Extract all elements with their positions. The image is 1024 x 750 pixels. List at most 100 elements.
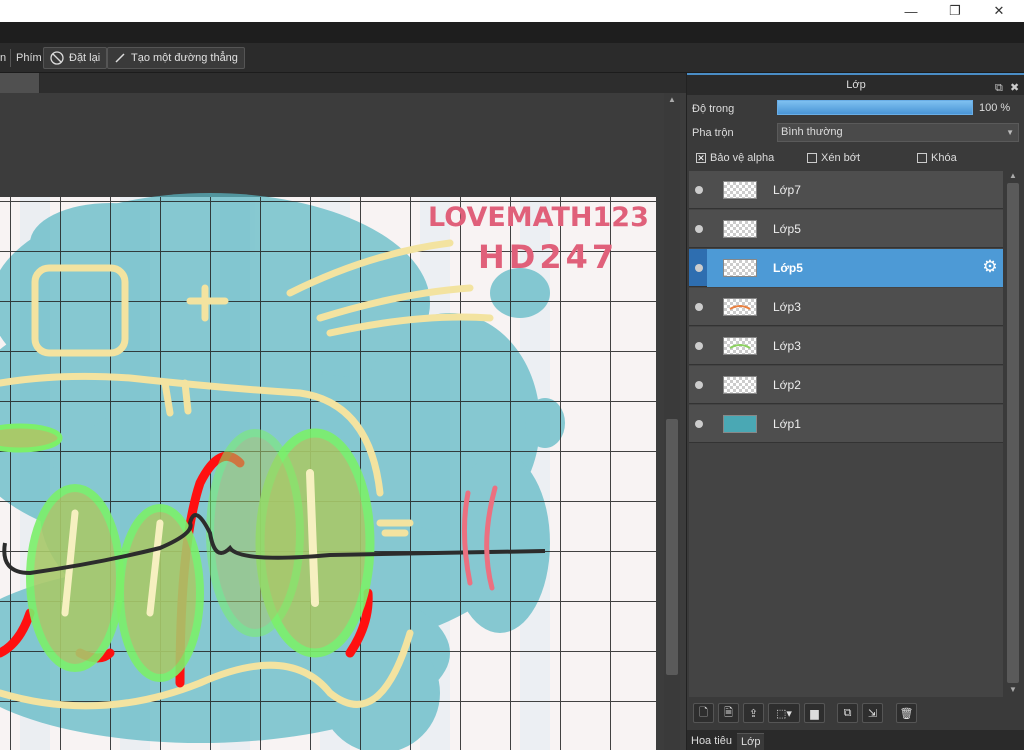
- canvas-area: LOVEMATH123 HD247 ▲: [0, 73, 686, 750]
- toolbar-divider: [10, 49, 11, 67]
- visibility-toggle[interactable]: [695, 420, 703, 428]
- reset-button-label: Đặt lại: [69, 52, 101, 64]
- tab-navigator[interactable]: Hoa tiêu: [687, 733, 736, 750]
- layer-thumbnail: [723, 259, 757, 277]
- opacity-slider[interactable]: [777, 100, 973, 115]
- visibility-toggle[interactable]: [695, 342, 703, 350]
- new-folder-button[interactable]: ▆: [804, 703, 825, 723]
- visibility-toggle[interactable]: [695, 225, 703, 233]
- layer-row[interactable]: Lớp7: [689, 171, 1003, 209]
- scroll-up-icon[interactable]: ▲: [1008, 171, 1018, 181]
- layer-row[interactable]: Lớp2: [689, 366, 1003, 404]
- protect-alpha-check-icon: ✕: [696, 153, 706, 163]
- layer-name: Lớp3: [773, 339, 801, 353]
- menu-bar: [0, 22, 1024, 43]
- close-icon: ✕: [993, 3, 1005, 18]
- clip-label: Xén bớt: [821, 152, 861, 164]
- lock-checkbox[interactable]: Khóa: [917, 152, 957, 164]
- drawing-canvas[interactable]: LOVEMATH123 HD247: [0, 93, 664, 750]
- layer-row-selected[interactable]: Lớp5 ⚙: [689, 249, 1003, 287]
- import-icon: ⇪: [748, 707, 759, 720]
- close-panel-icon[interactable]: ✖: [1010, 78, 1019, 98]
- opacity-label: Độ trong: [692, 103, 735, 115]
- minimize-icon: —: [904, 3, 918, 19]
- canvas-text-line1: LOVEMATH123: [428, 202, 649, 233]
- visibility-toggle[interactable]: [695, 381, 703, 389]
- no-entry-icon: [50, 51, 64, 65]
- layer-name: Lớp5: [773, 261, 803, 275]
- layers-panel-header: Lớp ⧉ ✖: [687, 73, 1024, 95]
- duplicate-icon: ⧉: [843, 706, 852, 719]
- layer-name: Lớp2: [773, 378, 801, 392]
- gear-icon[interactable]: ⚙: [981, 258, 999, 276]
- new-page-icon: 🗋: [699, 706, 708, 719]
- layer-name: Lớp7: [773, 183, 801, 197]
- trash-icon: 🗑: [899, 707, 914, 720]
- layers-list-scrollbar[interactable]: ▲ ▼: [1005, 171, 1021, 697]
- layer-tools-bar: 🗋 🗎 ⇪ ⬚▾ ▆ ⧉ ⇲ 🗑: [687, 700, 1024, 726]
- chevron-down-icon: ▼: [1006, 128, 1014, 137]
- protect-alpha-checkbox[interactable]: ✕ Bảo vệ alpha: [696, 152, 774, 164]
- undock-icon[interactable]: ⧉: [995, 78, 1003, 98]
- lock-check-box: [917, 153, 927, 163]
- panel-bottom-tabs: Hoa tiêu Lớp: [687, 730, 1024, 750]
- thumbnail-art: [729, 344, 751, 349]
- clip-check-box: [807, 153, 817, 163]
- layer-thumbnail: [723, 337, 757, 355]
- layer-thumbnail: [723, 181, 757, 199]
- add-layer-dropdown-icon: ⬚▾: [776, 707, 792, 720]
- layer-thumbnail: [723, 220, 757, 238]
- blend-mode-label: Pha trộn: [692, 127, 734, 139]
- protect-alpha-label: Bảo vệ alpha: [710, 152, 775, 164]
- canvas-text-line2: HD247: [478, 238, 618, 276]
- new-layer-button[interactable]: 🗋: [693, 703, 714, 723]
- tab-layers[interactable]: Lớp: [737, 733, 765, 750]
- merge-icon: ⇲: [867, 707, 878, 720]
- add-layer-menu-button[interactable]: ⬚▾: [768, 703, 800, 723]
- canvas-vertical-scrollbar[interactable]: ▲: [664, 93, 680, 750]
- tool-options-bar: n Phím Đặt lại Tạo một đường thẳng: [0, 43, 1024, 73]
- restore-button[interactable]: ❐: [932, 0, 978, 22]
- pen-line-icon: [115, 53, 125, 63]
- layer-name: Lớp5: [773, 222, 801, 236]
- clip-checkbox[interactable]: Xén bớt: [807, 152, 860, 164]
- lock-label: Khóa: [931, 152, 957, 164]
- blend-mode-select[interactable]: Bình thường ▼: [777, 123, 1019, 142]
- merge-layer-button[interactable]: ⇲: [862, 703, 883, 723]
- toolbar-partial-label: n: [0, 52, 7, 64]
- layer-row[interactable]: Lớp3: [689, 288, 1003, 326]
- keys-label: Phím: [16, 52, 42, 64]
- layer-row[interactable]: Lớp1: [689, 405, 1003, 443]
- reset-button[interactable]: Đặt lại: [43, 47, 108, 69]
- layers-panel-title: Lớp: [846, 79, 866, 91]
- visibility-toggle[interactable]: [695, 303, 703, 311]
- scroll-up-icon[interactable]: ▲: [667, 95, 677, 105]
- layer-row[interactable]: Lớp3: [689, 327, 1003, 365]
- thumbnail-art: [729, 305, 751, 310]
- import-layer-button[interactable]: ⇪: [743, 703, 764, 723]
- scroll-down-icon[interactable]: ▼: [1008, 685, 1018, 695]
- layer-name: Lớp1: [773, 417, 801, 431]
- canvas-scroll-thumb[interactable]: [666, 419, 678, 675]
- layer-page-icon: 🗎: [724, 706, 733, 719]
- new-raster-layer-button[interactable]: 🗎: [718, 703, 739, 723]
- visibility-toggle[interactable]: [695, 264, 703, 272]
- layers-scroll-thumb[interactable]: [1007, 183, 1019, 683]
- layer-row[interactable]: Lớp5: [689, 210, 1003, 248]
- layers-list: Lớp7 Lớp5 Lớp5 ⚙ Lớp3 Lớp3 Lớp2 Lớp1: [689, 171, 1003, 697]
- close-window-button[interactable]: ✕: [976, 0, 1022, 22]
- minimize-button[interactable]: —: [888, 0, 934, 22]
- opacity-value: 100 %: [979, 102, 1011, 114]
- layers-panel: Lớp ⧉ ✖ Độ trong 100 % Pha trộn Bình thư…: [686, 73, 1024, 750]
- canvas-document-tab[interactable]: [0, 73, 40, 93]
- layer-thumbnail: [723, 376, 757, 394]
- layer-thumbnail: [723, 415, 757, 433]
- visibility-toggle[interactable]: [695, 186, 703, 194]
- duplicate-layer-button[interactable]: ⧉: [837, 703, 858, 723]
- straight-line-button[interactable]: Tạo một đường thẳng: [107, 47, 245, 69]
- straight-line-button-label: Tạo một đường thẳng: [131, 52, 238, 64]
- layer-thumbnail: [723, 298, 757, 316]
- canvas-tab-bar: [0, 73, 686, 93]
- blend-mode-value: Bình thường: [781, 126, 843, 138]
- delete-layer-button[interactable]: 🗑: [896, 703, 917, 723]
